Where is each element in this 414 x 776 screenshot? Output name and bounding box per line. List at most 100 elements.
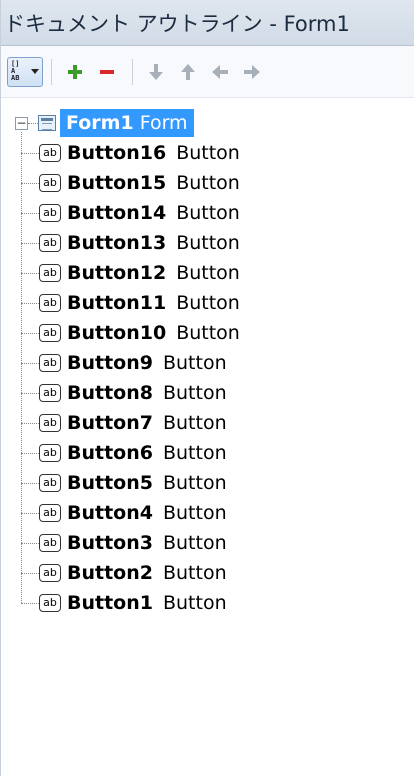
tree-node-form1[interactable]: − Form1 Form	[15, 108, 414, 138]
tree-connector	[21, 512, 39, 514]
node-type: Button	[162, 592, 227, 614]
node-name: Button3	[67, 532, 153, 554]
tree-node-button10[interactable]: ab Button10 Button	[21, 318, 414, 348]
tree-connector	[21, 152, 39, 154]
view-options-icon: [] A AB	[11, 60, 20, 82]
tree-node-button4[interactable]: ab Button4 Button	[21, 498, 414, 528]
node-type: Button	[162, 442, 227, 464]
move-up-button[interactable]	[173, 57, 203, 87]
chevron-down-icon	[31, 68, 39, 74]
node-type: Form	[139, 112, 188, 134]
tree-connector	[21, 602, 39, 604]
minus-icon	[100, 69, 114, 74]
node-name: Button16	[67, 142, 167, 164]
node-name: Button1	[67, 592, 153, 614]
tree-node-button8[interactable]: ab Button8 Button	[21, 378, 414, 408]
button-control-icon: ab	[39, 474, 61, 492]
button-control-icon: ab	[39, 294, 61, 312]
tree-node-button1[interactable]: ab Button1 Button	[21, 588, 414, 618]
tree-node-button9[interactable]: ab Button9 Button	[21, 348, 414, 378]
node-name: Button11	[67, 292, 167, 314]
tree-node-button11[interactable]: ab Button11 Button	[21, 288, 414, 318]
node-name: Button9	[67, 352, 153, 374]
button-control-icon: ab	[39, 564, 61, 582]
tree-node-button14[interactable]: ab Button14 Button	[21, 198, 414, 228]
node-type: Button	[162, 532, 227, 554]
button-control-icon: ab	[39, 264, 61, 282]
node-name: Form1	[66, 112, 134, 134]
tree-node-button6[interactable]: ab Button6 Button	[21, 438, 414, 468]
node-name: Button13	[67, 232, 167, 254]
node-type: Button	[176, 262, 240, 284]
button-control-icon: ab	[39, 324, 61, 342]
toolbar-separator	[51, 58, 52, 85]
tree-node-button7[interactable]: ab Button7 Button	[21, 408, 414, 438]
tree-children: ab Button16 Button ab Button15 Button ab…	[21, 132, 414, 618]
arrow-left-icon	[212, 64, 228, 79]
tree-node-button5[interactable]: ab Button5 Button	[21, 468, 414, 498]
node-name: Button6	[67, 442, 153, 464]
button-control-icon: ab	[39, 354, 61, 372]
node-name: Button7	[67, 412, 153, 434]
node-type: Button	[162, 472, 227, 494]
button-control-icon: ab	[39, 504, 61, 522]
tree-node-button12[interactable]: ab Button12 Button	[21, 258, 414, 288]
document-outline-window: ドキュメント アウトライン - Form1 [] A AB − Form1 Fo…	[0, 0, 414, 776]
window-title-bar[interactable]: ドキュメント アウトライン - Form1	[1, 0, 414, 46]
button-control-icon: ab	[39, 414, 61, 432]
button-control-icon: ab	[39, 534, 61, 552]
node-type: Button	[162, 562, 227, 584]
node-name: Button5	[67, 472, 153, 494]
tree-connector	[21, 272, 39, 274]
node-name: Button10	[67, 322, 167, 344]
node-type: Button	[176, 322, 240, 344]
outline-toolbar: [] A AB	[1, 46, 414, 98]
button-control-icon: ab	[39, 174, 61, 192]
tree-connector	[21, 212, 39, 214]
add-button[interactable]	[60, 57, 90, 87]
tree-connector	[21, 482, 39, 484]
move-left-button[interactable]	[205, 57, 235, 87]
node-name: Button8	[67, 382, 153, 404]
tree-connector	[21, 422, 39, 424]
node-name: Button2	[67, 562, 153, 584]
tree-connector	[21, 242, 39, 244]
toolbar-separator	[132, 58, 133, 85]
remove-button[interactable]	[92, 57, 122, 87]
tree-node-button3[interactable]: ab Button3 Button	[21, 528, 414, 558]
button-control-icon: ab	[39, 144, 61, 162]
node-type: Button	[162, 502, 227, 524]
button-control-icon: ab	[39, 444, 61, 462]
tree-connector	[21, 302, 39, 304]
node-type: Button	[162, 412, 227, 434]
node-type: Button	[176, 202, 240, 224]
view-options-dropdown[interactable]: [] A AB	[7, 56, 43, 87]
button-control-icon: ab	[39, 594, 61, 612]
tree-connector	[21, 392, 39, 394]
collapse-toggle[interactable]: −	[15, 116, 28, 130]
arrow-up-icon	[181, 63, 195, 80]
move-right-button[interactable]	[237, 57, 267, 87]
node-name: Button14	[67, 202, 167, 224]
arrow-down-icon	[149, 63, 163, 80]
outline-tree[interactable]: − Form1 Form ab Button16 Button ab Butto…	[1, 98, 414, 618]
node-type: Button	[176, 142, 240, 164]
node-type: Button	[176, 292, 240, 314]
move-down-button[interactable]	[141, 57, 171, 87]
button-control-icon: ab	[39, 384, 61, 402]
tree-node-button13[interactable]: ab Button13 Button	[21, 228, 414, 258]
node-type: Button	[176, 172, 240, 194]
minus-icon: −	[16, 116, 27, 130]
window-title: ドキュメント アウトライン - Form1	[4, 11, 350, 36]
tree-connector	[21, 452, 39, 454]
tree-node-button2[interactable]: ab Button2 Button	[21, 558, 414, 588]
node-name: Button12	[67, 262, 167, 284]
arrow-right-icon	[244, 64, 260, 79]
tree-connector	[28, 122, 38, 124]
tree-node-button16[interactable]: ab Button16 Button	[21, 138, 414, 168]
selected-node-label[interactable]: Form1 Form	[60, 109, 194, 137]
tree-node-button15[interactable]: ab Button15 Button	[21, 168, 414, 198]
tree-connector	[21, 362, 39, 364]
tree-connector	[21, 572, 39, 574]
node-type: Button	[162, 352, 227, 374]
